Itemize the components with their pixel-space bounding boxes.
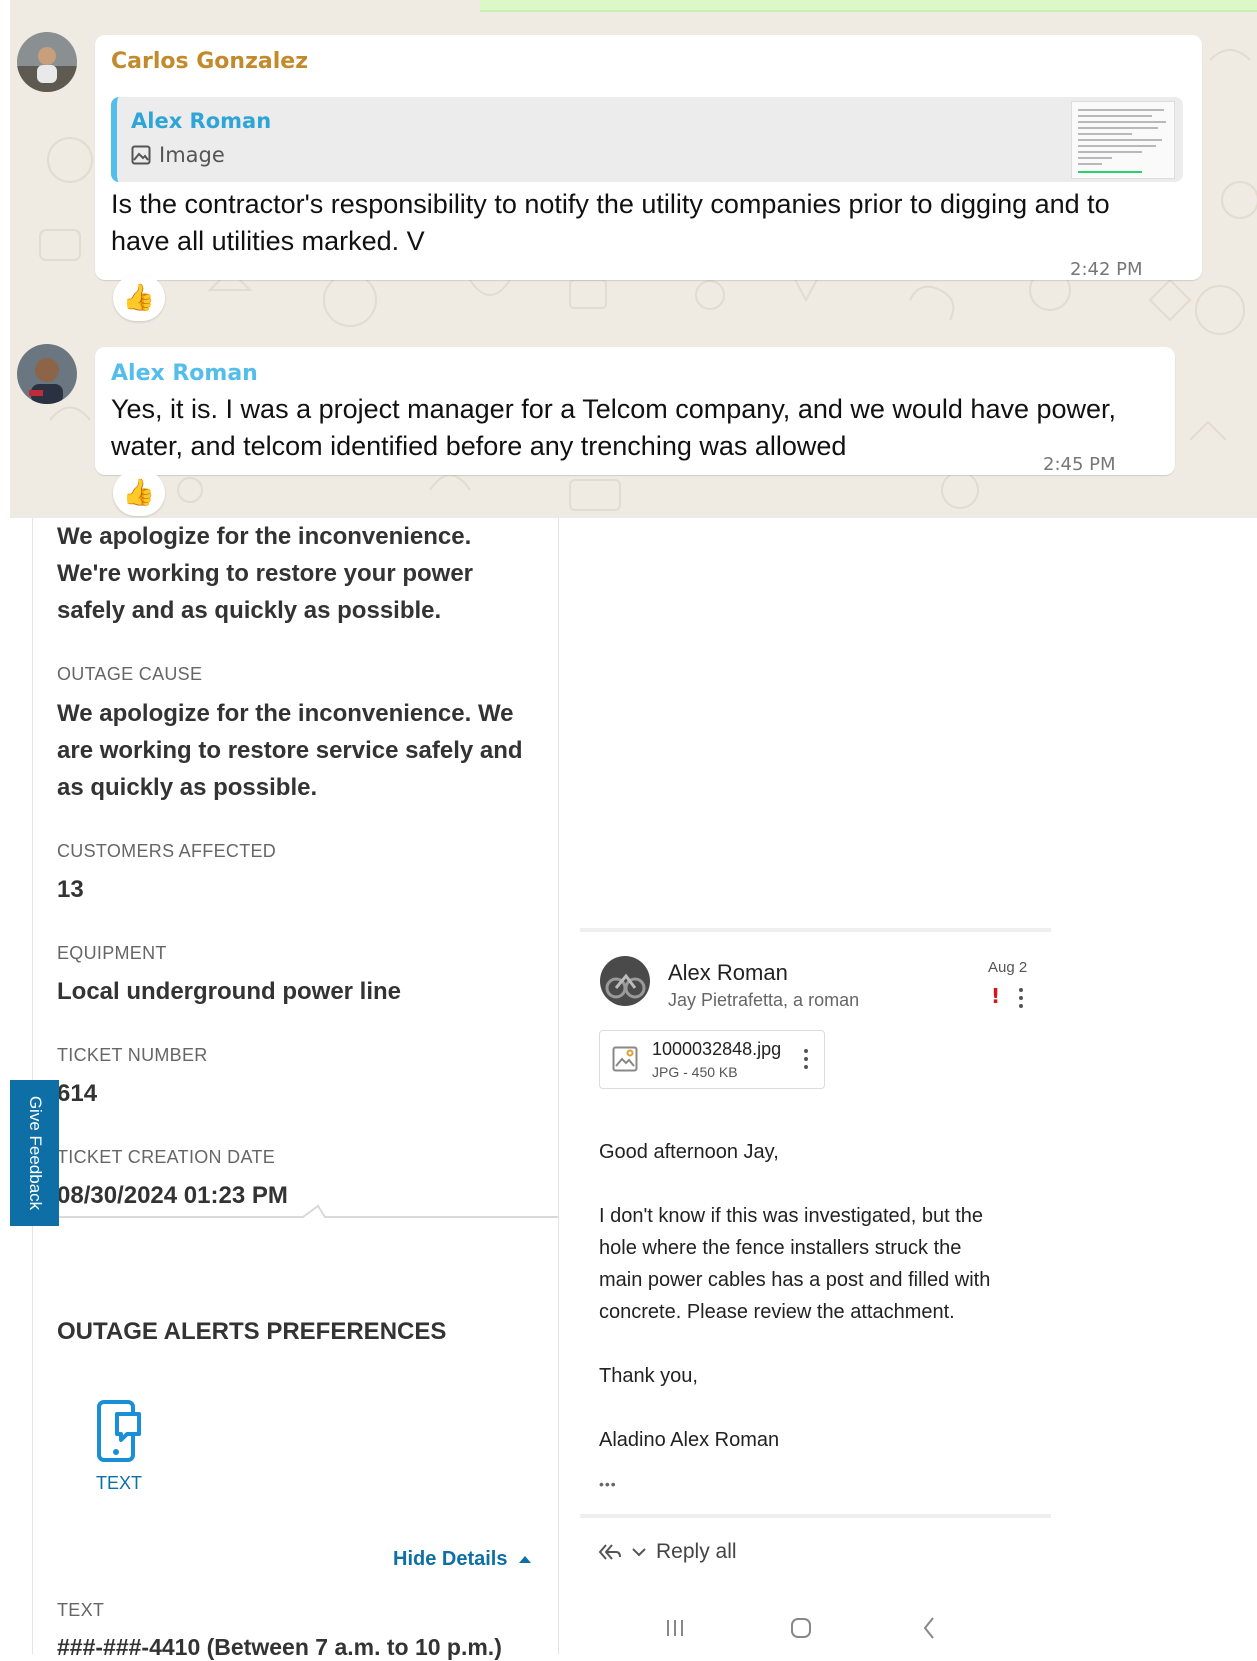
- customers-affected-value: 13: [57, 876, 84, 903]
- email-body-line: I don't know if this was investigated, b…: [599, 1205, 984, 1227]
- ticket-number-label: TICKET NUMBER: [57, 1045, 208, 1065]
- chat-panel: Carlos Gonzalez Alex Roman Image Is the …: [10, 0, 1257, 518]
- outage-details-panel: We apologize for the inconvenience. We'r…: [32, 518, 559, 1660]
- ticket-creation-date-label: TICKET CREATION DATE: [57, 1147, 276, 1167]
- hide-details-toggle[interactable]: Hide Details: [393, 1548, 532, 1571]
- ticket-number-value: 614: [57, 1080, 98, 1107]
- equipment-value: Local underground power line: [57, 978, 402, 1005]
- customers-affected-label: CUSTOMERS AFFECTED: [57, 841, 277, 861]
- attachment-name: 1000032848.jpg: [652, 1039, 782, 1059]
- text-alert-option-label[interactable]: TEXT: [96, 1473, 142, 1494]
- avatar-alex[interactable]: [17, 344, 77, 404]
- message-time: 2:45 PM: [1043, 454, 1116, 475]
- reply-all-icon: [598, 1544, 621, 1560]
- image-file-icon: [612, 1046, 638, 1072]
- hide-details-label: Hide Details: [393, 1548, 508, 1570]
- sender-name[interactable]: Alex Roman: [111, 361, 258, 386]
- exclamation-icon: !: [991, 984, 1001, 1008]
- outage-cause-value: We apologize for the inconvenience. We a…: [57, 700, 523, 801]
- quoted-image-thumbnail[interactable]: [1071, 101, 1175, 179]
- attachment-options-icon[interactable]: [803, 1049, 809, 1069]
- email-date: Aug 2: [988, 959, 1028, 976]
- reaction-thumbs-up[interactable]: 👍: [113, 275, 165, 321]
- text-detail-label: TEXT: [57, 1600, 105, 1620]
- sender-avatar[interactable]: [600, 956, 650, 1006]
- reply-all-button[interactable]: Reply all: [598, 1540, 737, 1564]
- caret-up-icon: [519, 1556, 532, 1563]
- reaction-thumbs-up[interactable]: 👍: [113, 470, 165, 516]
- alerts-preferences-title: OUTAGE ALERTS PREFERENCES: [57, 1318, 447, 1345]
- give-feedback-tab[interactable]: Give Feedback: [10, 1080, 59, 1226]
- image-icon: [131, 145, 151, 165]
- recent-apps-icon[interactable]: [667, 1620, 683, 1636]
- chevron-down-icon[interactable]: [632, 1547, 646, 1557]
- equipment-label: EQUIPMENT: [57, 943, 167, 963]
- email-body-line: concrete. Please review the attachment.: [599, 1301, 955, 1323]
- sender-name[interactable]: Carlos Gonzalez: [111, 49, 308, 74]
- outage-intro-text: We apologize for the inconvenience. We'r…: [57, 523, 474, 624]
- email-recipients[interactable]: Jay Pietrafetta, a roman: [668, 990, 859, 1011]
- avatar-carlos[interactable]: [17, 32, 77, 92]
- system-navigation-bar: [667, 1617, 934, 1639]
- email-body-line: hole where the fence installers struck t…: [599, 1237, 962, 1259]
- outage-cause-label: OUTAGE CAUSE: [57, 664, 203, 684]
- message-time: 2:42 PM: [1070, 259, 1143, 280]
- attachment-card[interactable]: 1000032848.jpg JPG - 450 KB: [599, 1030, 825, 1089]
- text-alert-option[interactable]: [93, 1396, 173, 1476]
- header-divider: [580, 928, 1051, 932]
- more-options-icon[interactable]: [1018, 988, 1024, 1008]
- quoted-type: Image: [131, 143, 225, 167]
- message-bubble[interactable]: Alex Roman Yes, it is. I was a project m…: [95, 347, 1175, 475]
- message-text: Is the contractor's responsibility to no…: [111, 189, 1110, 256]
- quoted-message[interactable]: Alex Roman Image: [111, 97, 1183, 182]
- footer-divider: [580, 1514, 1051, 1518]
- message-bubble[interactable]: Carlos Gonzalez Alex Roman Image Is the …: [95, 35, 1202, 280]
- email-greeting: Good afternoon Jay,: [599, 1141, 779, 1163]
- give-feedback-label: Give Feedback: [25, 1095, 45, 1211]
- quoted-type-label: Image: [159, 143, 225, 167]
- message-text: Yes, it is. I was a project manager for …: [111, 394, 1117, 461]
- email-signature: Aladino Alex Roman: [599, 1429, 780, 1451]
- back-icon[interactable]: [923, 1617, 934, 1639]
- email-closing: Thank you,: [599, 1365, 698, 1387]
- phone-message-icon: [97, 1400, 141, 1462]
- reply-all-label: Reply all: [656, 1540, 737, 1563]
- show-quoted-text-button[interactable]: •••: [599, 1468, 617, 1500]
- quoted-author: Alex Roman: [131, 109, 272, 133]
- email-panel: Alex Roman Jay Pietrafetta, a roman Aug …: [580, 518, 1051, 1654]
- email-sender[interactable]: Alex Roman: [668, 960, 788, 986]
- home-icon[interactable]: [791, 1618, 811, 1638]
- text-detail-value: ###-###-4410 (Between 7 a.m. to 10 p.m.): [57, 1634, 502, 1660]
- section-divider: [33, 1204, 558, 1218]
- email-body-line: main power cables has a post and filled …: [599, 1269, 991, 1291]
- attachment-meta: JPG - 450 KB: [652, 1064, 738, 1080]
